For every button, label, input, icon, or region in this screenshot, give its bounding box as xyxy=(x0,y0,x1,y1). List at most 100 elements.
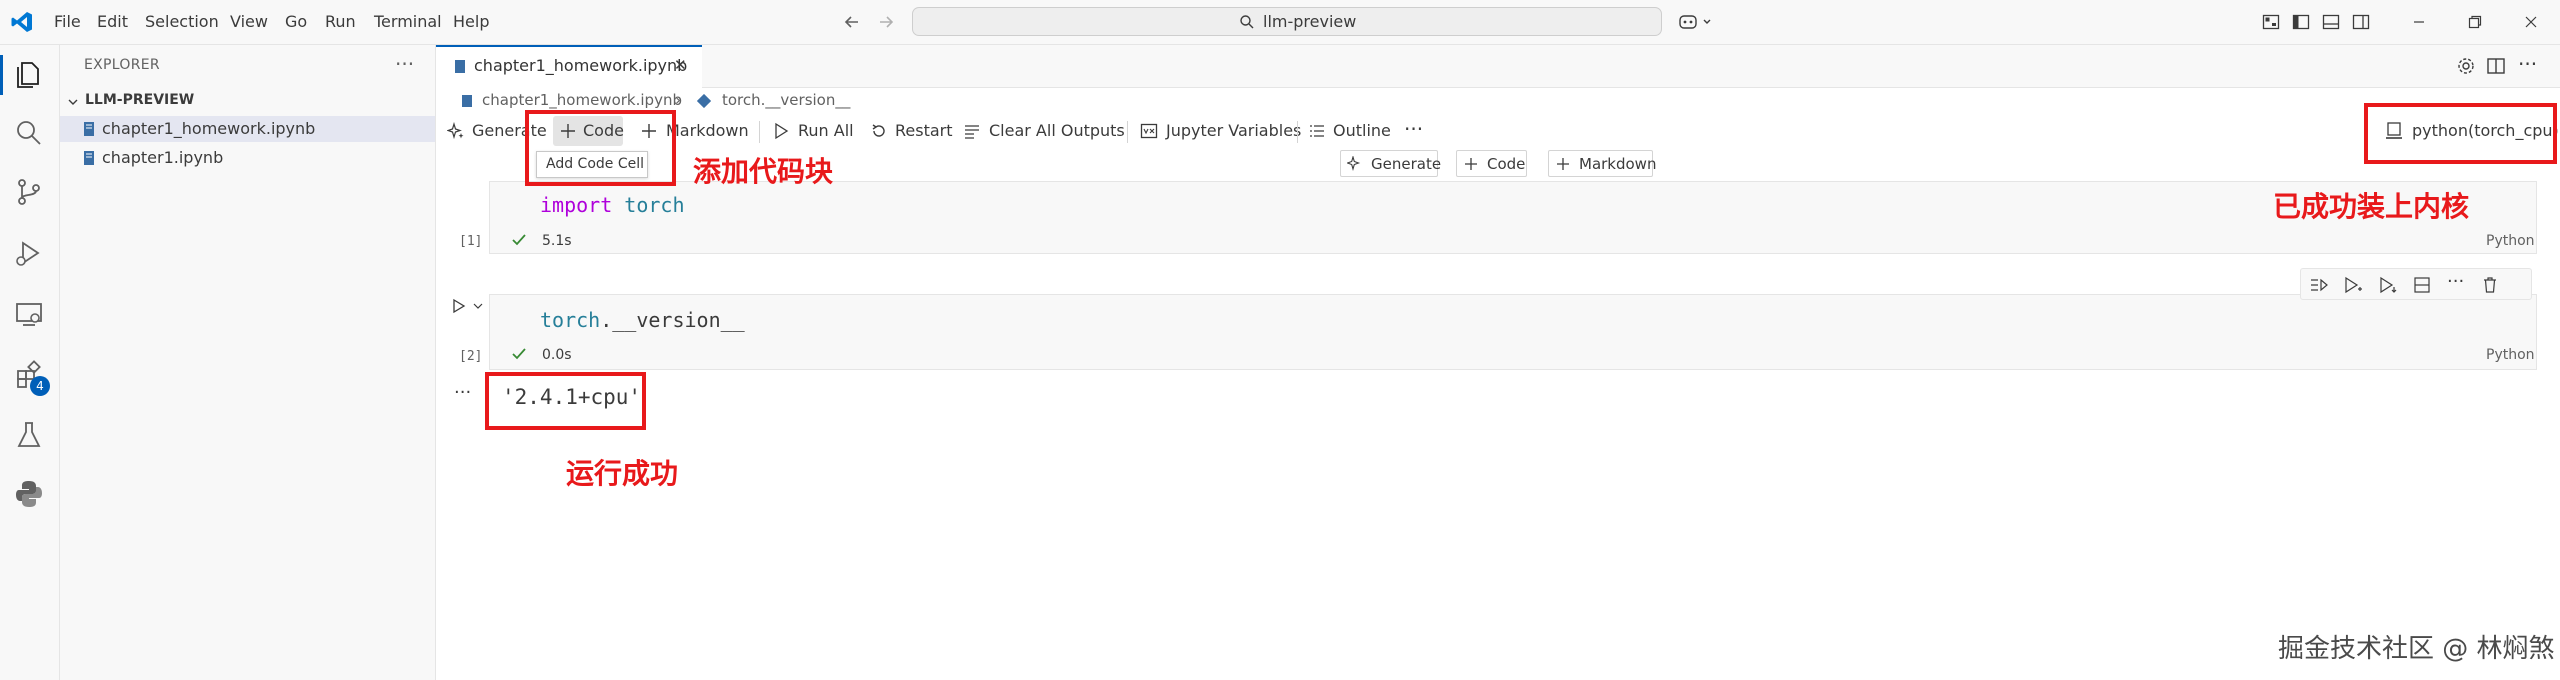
menu-file[interactable]: File xyxy=(54,0,81,44)
toolbar-more-icon[interactable]: ··· xyxy=(1404,117,1423,141)
insert-markdown-button[interactable]: Markdown xyxy=(1548,150,1657,177)
outline-icon xyxy=(1308,122,1326,140)
copilot-icon[interactable] xyxy=(1678,11,1714,33)
insert-generate-button[interactable]: Generate xyxy=(1340,150,1441,177)
minimize-icon[interactable] xyxy=(2410,13,2428,31)
explorer-more-icon[interactable]: ··· xyxy=(395,52,414,76)
forward-arrow-icon[interactable] xyxy=(876,12,896,32)
delete-cell-icon[interactable] xyxy=(2481,276,2499,294)
settings-gear-icon[interactable] xyxy=(2456,56,2476,76)
cell-more-icon[interactable]: ··· xyxy=(2447,271,2464,292)
file-name: chapter1_homework.ipynb xyxy=(102,119,316,138)
customize-layout-icon[interactable] xyxy=(2262,13,2280,31)
search-icon xyxy=(1239,14,1255,30)
insert-markdown-label: Markdown xyxy=(1579,155,1657,173)
cell-toolbar: ··· xyxy=(2300,268,2532,300)
file-item-chapter1-homework[interactable]: chapter1_homework.ipynb xyxy=(60,116,435,142)
insert-code-label: Code xyxy=(1487,155,1526,173)
menu-view[interactable]: View xyxy=(230,0,268,44)
cell-1-code[interactable]: import torch xyxy=(540,193,685,217)
cell-2-exec-time: 0.0s xyxy=(542,347,572,363)
command-center-search[interactable]: llm-preview xyxy=(912,7,1662,36)
close-window-icon[interactable] xyxy=(2522,13,2540,31)
insert-code-button[interactable]: Code xyxy=(1456,150,1527,177)
run-options-chevron-icon[interactable] xyxy=(472,300,484,312)
toggle-panel-icon[interactable] xyxy=(2322,13,2340,31)
search-view-icon[interactable] xyxy=(13,117,45,149)
menu-go[interactable]: Go xyxy=(285,0,307,44)
clear-all-outputs-button[interactable]: Clear All Outputs xyxy=(989,121,1125,140)
run-cell-icon[interactable] xyxy=(451,298,467,314)
toolbar-divider xyxy=(1127,121,1128,143)
editor-tab-strip xyxy=(436,45,2560,88)
check-icon xyxy=(511,232,527,248)
annotation-kernel-text: 已成功装上内核 xyxy=(2273,190,2470,223)
outline-button[interactable]: Outline xyxy=(1333,121,1391,140)
menu-selection[interactable]: Selection xyxy=(145,0,219,44)
file-item-chapter1[interactable]: chapter1.ipynb xyxy=(60,145,435,171)
explorer-icon[interactable] xyxy=(13,58,45,90)
notebook-file-icon xyxy=(454,59,466,74)
output-more-icon[interactable]: ··· xyxy=(454,382,471,403)
remote-explorer-icon[interactable] xyxy=(13,298,45,330)
run-all-button[interactable]: Run All xyxy=(798,121,854,140)
workspace-folder-title[interactable]: LLM-PREVIEW xyxy=(85,92,194,108)
clear-outputs-icon xyxy=(963,122,981,140)
execute-below-icon[interactable] xyxy=(2378,276,2398,294)
explorer-title: EXPLORER xyxy=(84,57,160,73)
menu-edit[interactable]: Edit xyxy=(97,0,128,44)
cell-2-code[interactable]: torch.__version__ xyxy=(540,308,745,332)
restart-icon xyxy=(870,122,888,140)
testing-flask-icon[interactable] xyxy=(13,419,45,451)
toolbar-divider xyxy=(1297,121,1298,143)
restart-button[interactable]: Restart xyxy=(895,121,953,140)
split-cell-icon[interactable] xyxy=(2413,276,2431,294)
breadcrumb-file[interactable]: chapter1_homework.ipynb xyxy=(482,91,682,109)
execute-above-icon[interactable] xyxy=(2309,276,2329,294)
sparkle-icon xyxy=(447,122,465,140)
code-identifier: torch xyxy=(540,308,601,332)
annotation-box-output xyxy=(485,372,646,430)
annotation-box-add-code xyxy=(525,110,676,186)
notebook-file-icon xyxy=(82,150,96,166)
toolbar-divider xyxy=(759,121,760,143)
watermark-text: 掘金技术社区 @ 林焖煞 xyxy=(2278,634,2555,664)
run-debug-icon[interactable] xyxy=(13,237,45,269)
file-name: chapter1.ipynb xyxy=(102,148,224,167)
source-control-icon[interactable] xyxy=(13,176,45,208)
close-tab-icon[interactable]: ✕ xyxy=(674,56,687,74)
annotation-box-kernel xyxy=(2364,103,2557,164)
code-cell-2[interactable] xyxy=(489,294,2537,370)
chevron-down-icon[interactable] xyxy=(66,95,80,109)
cell-2-language[interactable]: Python xyxy=(2486,347,2535,363)
check-icon xyxy=(511,346,527,362)
search-text: llm-preview xyxy=(1263,12,1357,31)
plus-icon xyxy=(1463,156,1479,172)
code-cell-1[interactable] xyxy=(489,181,2537,254)
extensions-badge: 4 xyxy=(30,376,50,396)
add-markdown-button[interactable]: Markdown xyxy=(666,121,749,140)
back-arrow-icon[interactable] xyxy=(842,12,862,32)
menu-help[interactable]: Help xyxy=(453,0,489,44)
toggle-sidebar-icon[interactable] xyxy=(2292,13,2310,31)
tab-chapter1-homework[interactable]: chapter1_homework.ipynb ✕ xyxy=(436,45,702,88)
cell-symbol-icon xyxy=(697,94,711,108)
code-keyword: import xyxy=(540,193,613,217)
python-icon[interactable] xyxy=(13,478,45,510)
breadcrumb-symbol[interactable]: torch.__version__ xyxy=(722,91,850,109)
menu-run[interactable]: Run xyxy=(325,0,356,44)
breadcrumb-separator: › xyxy=(675,91,681,109)
cell-1-exec-time: 5.1s xyxy=(542,233,572,249)
jupyter-variables-button[interactable]: Jupyter Variables xyxy=(1166,121,1301,140)
toggle-secondary-sidebar-icon[interactable] xyxy=(2352,13,2370,31)
run-cell-and-below-icon[interactable] xyxy=(2343,276,2363,294)
editor-more-icon[interactable]: ··· xyxy=(2518,52,2537,76)
code-attribute: .__version__ xyxy=(600,308,745,332)
cell-1-language[interactable]: Python xyxy=(2486,233,2535,249)
tab-label: chapter1_homework.ipynb xyxy=(474,56,688,75)
cell-1-execution-count: [1] xyxy=(459,234,483,249)
code-identifier: torch xyxy=(624,193,685,217)
restore-icon[interactable] xyxy=(2466,13,2484,31)
menu-terminal[interactable]: Terminal xyxy=(374,0,442,44)
split-editor-icon[interactable] xyxy=(2486,56,2506,76)
